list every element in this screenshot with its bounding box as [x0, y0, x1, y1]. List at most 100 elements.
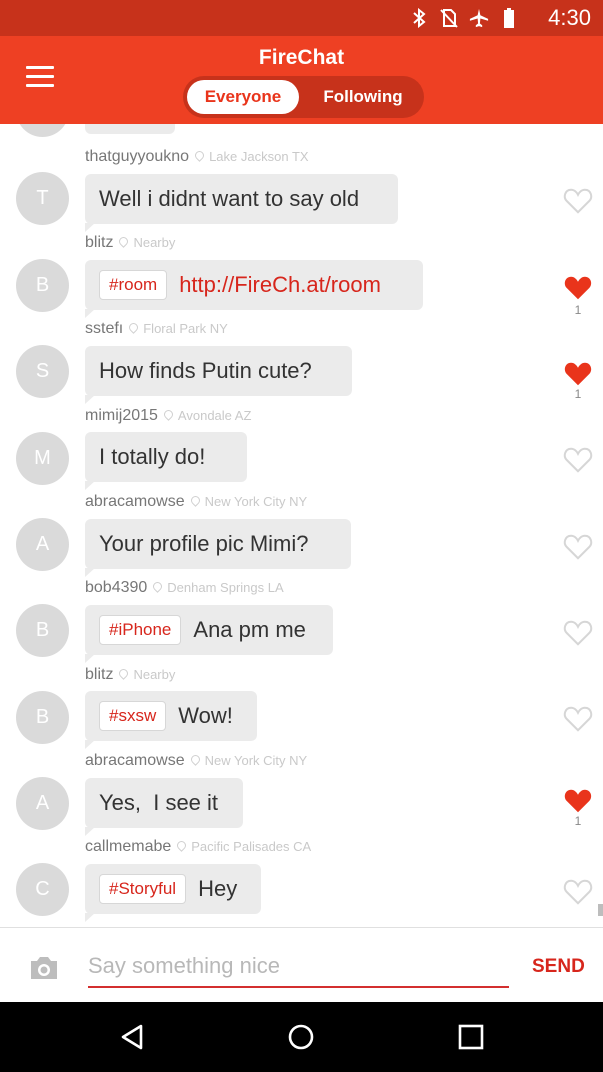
- location-pin-icon: [117, 667, 131, 680]
- location-pin-icon: [151, 580, 165, 593]
- no-sim-icon: [439, 7, 459, 29]
- message-location: Lake Jackson TX: [209, 149, 309, 164]
- location-pin-icon: [127, 321, 141, 334]
- message-bubble[interactable]: #room http://FireCh.at/room: [85, 260, 423, 318]
- message-text: Ana pm me: [193, 617, 306, 642]
- send-button[interactable]: SEND: [532, 956, 585, 978]
- message-bubble[interactable]: Your profile pic Mimi?: [85, 519, 351, 577]
- avatar[interactable]: A: [16, 777, 69, 830]
- message-meta: mimij2015 Avondale AZ: [85, 407, 251, 425]
- like-heart-icon[interactable]: [563, 187, 593, 215]
- scrollbar[interactable]: [598, 904, 603, 916]
- hashtag-chip[interactable]: #sxsw: [99, 701, 167, 731]
- message-bubble[interactable]: #iPhone Ana pm me: [85, 605, 333, 663]
- like-heart-icon[interactable]: [563, 274, 593, 302]
- like-heart-icon[interactable]: [563, 360, 593, 388]
- message-meta: abracamowse New York City NY: [85, 493, 307, 511]
- message-bubble[interactable]: How finds Putin cute?: [85, 346, 352, 404]
- avatar[interactable]: B: [16, 604, 69, 657]
- message-text: Well i didnt want to say old: [99, 186, 360, 211]
- like-count: 1: [574, 814, 582, 828]
- message-location: Avondale AZ: [177, 408, 252, 423]
- battery-icon: [499, 7, 519, 29]
- message-username[interactable]: abracamowse: [85, 493, 185, 510]
- like-heart-icon[interactable]: [563, 533, 593, 561]
- location-pin-icon: [175, 839, 189, 852]
- hashtag-chip[interactable]: #room: [99, 270, 168, 300]
- message-meta: abracamowse New York City NY: [85, 752, 307, 770]
- message-list[interactable]: thatguyyoukno Lake Jackson TX T Well i di…: [0, 124, 603, 927]
- message-username[interactable]: thatguyyoukno: [85, 148, 189, 165]
- message-text: Your profile pic Mimi?: [99, 531, 309, 556]
- avatar[interactable]: M: [16, 432, 69, 485]
- avatar[interactable]: B: [16, 259, 69, 312]
- message-username[interactable]: sstefı: [85, 320, 123, 337]
- location-pin-icon: [188, 494, 202, 507]
- message-bubble-partial: [85, 124, 175, 134]
- message-location: New York City NY: [204, 753, 308, 768]
- avatar[interactable]: A: [16, 518, 69, 571]
- bluetooth-icon: [409, 7, 429, 29]
- avatar[interactable]: B: [16, 691, 69, 744]
- message-meta: bob4390 Denham Springs LA: [85, 579, 284, 597]
- message-input[interactable]: [88, 946, 509, 988]
- message-location: Nearby: [133, 667, 176, 682]
- status-icons: [409, 6, 519, 30]
- message-text: Hey: [198, 876, 238, 901]
- tab-following[interactable]: Following: [305, 80, 421, 114]
- like-count: 1: [574, 387, 582, 401]
- app-bar: FireChat Everyone Following: [0, 36, 603, 124]
- message-bubble[interactable]: #sxsw Wow!: [85, 691, 257, 749]
- like-heart-icon[interactable]: [563, 878, 593, 906]
- message-bubble[interactable]: Well i didnt want to say old: [85, 174, 398, 232]
- message-text: I totally do!: [99, 444, 206, 469]
- status-bar: 4:30: [0, 0, 603, 36]
- status-time: 4:30: [548, 5, 591, 30]
- like-heart-icon[interactable]: [563, 787, 593, 815]
- message-meta: sstefı Floral Park NY: [85, 320, 228, 338]
- message-link[interactable]: http://FireCh.at/room: [179, 272, 381, 298]
- message-bubble[interactable]: I totally do!: [85, 432, 247, 490]
- like-heart-icon[interactable]: [563, 446, 593, 474]
- message-location: Nearby: [133, 235, 176, 250]
- message-username[interactable]: bob4390: [85, 579, 147, 596]
- message-username[interactable]: callmemabe: [85, 838, 171, 855]
- message-location: Floral Park NY: [143, 321, 228, 336]
- avatar: [16, 124, 69, 137]
- recents-icon[interactable]: [456, 1022, 486, 1052]
- avatar[interactable]: T: [16, 172, 69, 225]
- message-bubble[interactable]: Yes, I see it: [85, 778, 243, 836]
- avatar[interactable]: S: [16, 345, 69, 398]
- feed-tabs: Everyone Following: [183, 76, 424, 118]
- message-username[interactable]: abracamowse: [85, 752, 185, 769]
- message-meta: blitz Nearby: [85, 234, 175, 252]
- tab-everyone[interactable]: Everyone: [187, 80, 299, 114]
- location-pin-icon: [188, 753, 202, 766]
- message-username[interactable]: blitz: [85, 234, 113, 251]
- home-icon[interactable]: [286, 1022, 316, 1052]
- back-icon[interactable]: [117, 1022, 147, 1052]
- hashtag-chip[interactable]: #iPhone: [99, 615, 182, 645]
- avatar[interactable]: C: [16, 863, 69, 916]
- location-pin-icon: [117, 235, 131, 248]
- message-meta: callmemabe Pacific Palisades CA: [85, 838, 311, 856]
- message-text: Wow!: [178, 703, 233, 728]
- message-username[interactable]: mimij2015: [85, 407, 158, 424]
- hashtag-chip[interactable]: #Storyful: [99, 874, 187, 904]
- like-heart-icon[interactable]: [563, 705, 593, 733]
- like-count: 1: [574, 303, 582, 317]
- message-text: Yes, I see it: [99, 790, 219, 815]
- camera-icon[interactable]: [28, 955, 60, 981]
- message-meta: blitz Nearby: [85, 666, 175, 684]
- message-text: How finds Putin cute?: [99, 358, 312, 383]
- airplane-mode-icon: [469, 7, 489, 29]
- location-pin-icon: [193, 149, 206, 162]
- app-title: FireChat: [258, 46, 345, 69]
- message-username[interactable]: blitz: [85, 666, 113, 683]
- navigation-bar: [0, 1002, 603, 1072]
- message-meta: thatguyyoukno Lake Jackson TX: [85, 148, 309, 166]
- location-pin-icon: [162, 408, 175, 421]
- message-location: Pacific Palisades CA: [191, 839, 312, 854]
- message-bubble[interactable]: #Storyful Hey: [85, 864, 261, 922]
- like-heart-icon[interactable]: [563, 619, 593, 647]
